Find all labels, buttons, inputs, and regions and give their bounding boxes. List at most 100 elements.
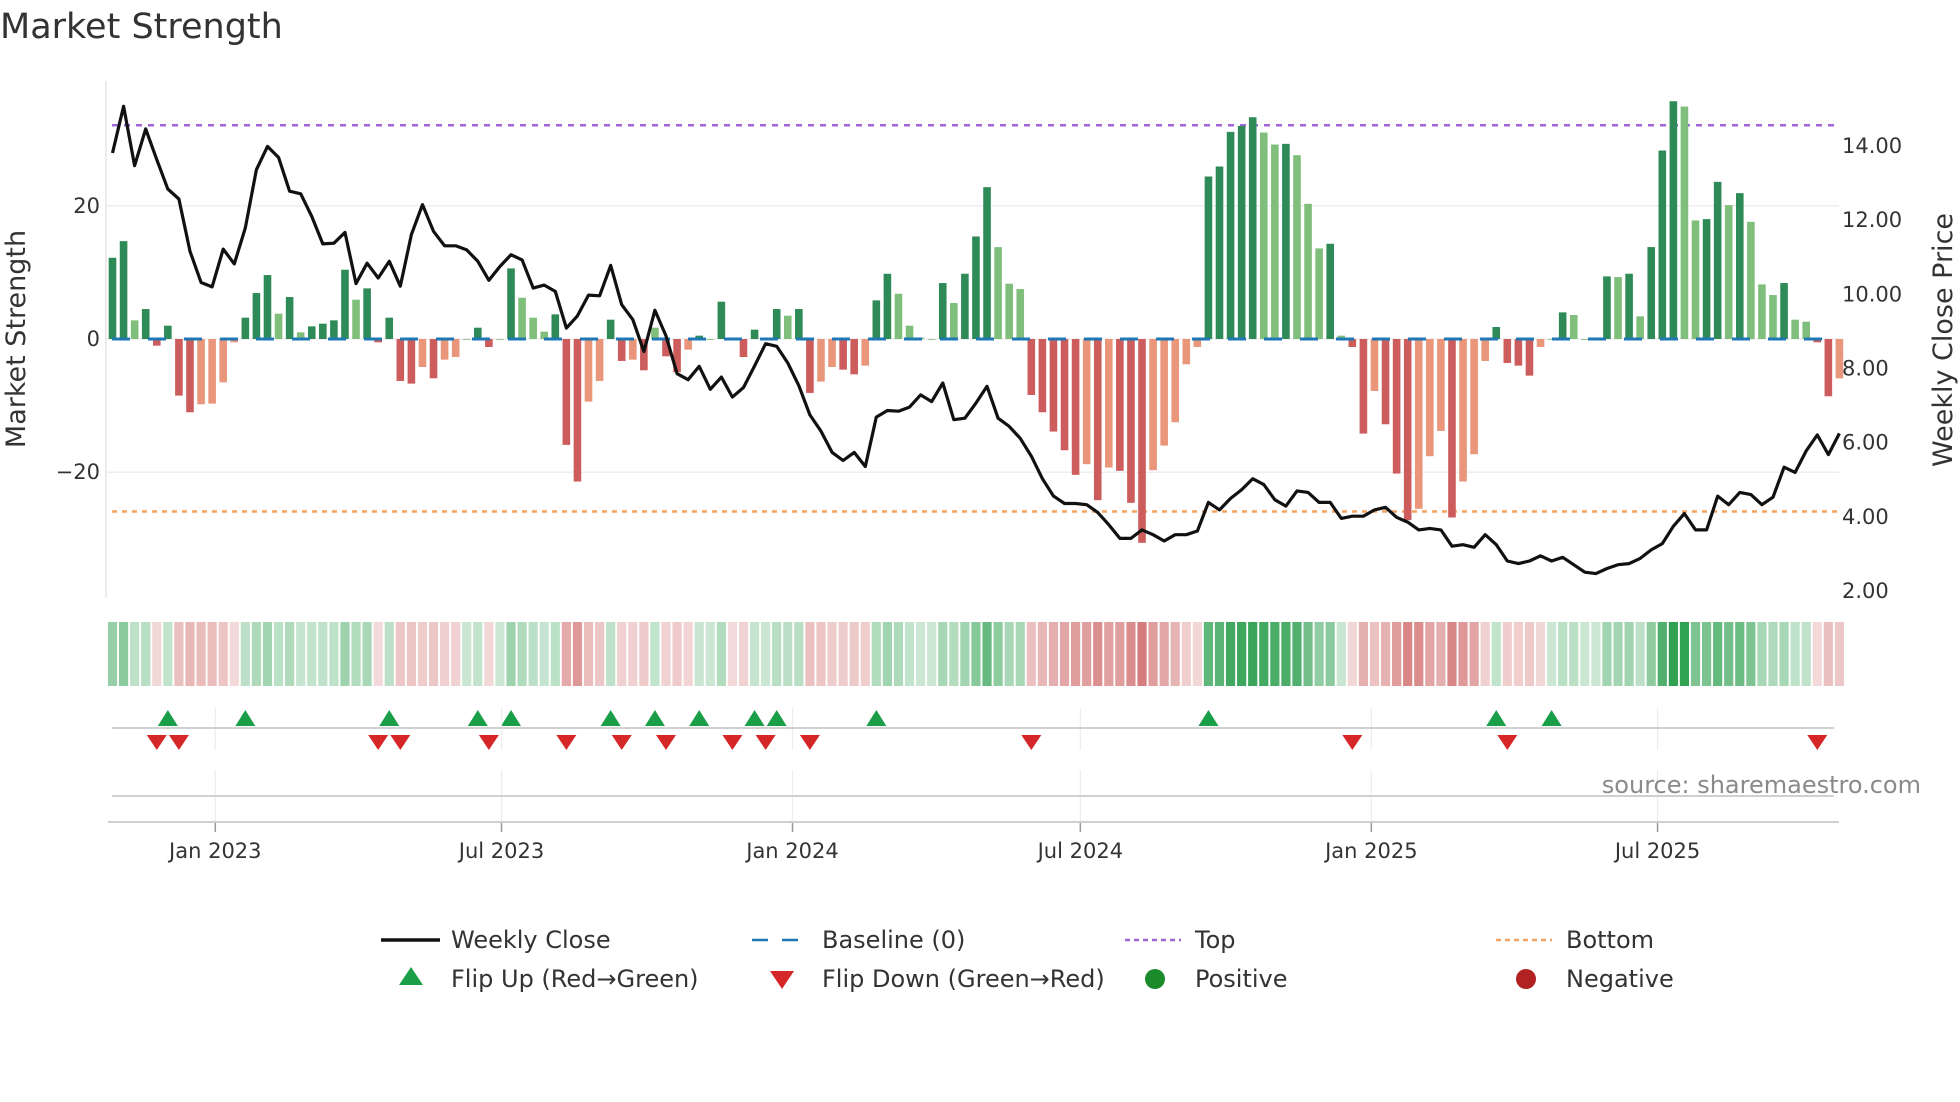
heat-cell [1192,622,1202,686]
heat-cell [1148,622,1158,686]
heat-cell [1535,622,1546,686]
heat-cell [1203,622,1214,686]
heat-cell [130,622,140,686]
flip-up-marker [644,710,665,726]
heat-cell [1303,622,1313,686]
positive-strength-bar [1614,277,1622,339]
negative-strength-bar [850,339,858,375]
heat-cell [783,622,793,686]
negative-strength-bar [839,339,847,370]
positive-strength-bar [651,327,659,339]
heat-cell [539,622,549,686]
flip-down-marker [1497,735,1518,750]
heat-cell [240,622,250,686]
positive-strength-bar [1226,131,1235,339]
heat-cell [550,622,560,686]
heat-cell [1436,622,1446,686]
heat-cell [1347,622,1357,686]
positive-strength-bar [1625,273,1633,339]
flip-up-marker [501,710,522,726]
negative-strength-bar [1824,339,1833,397]
negative-strength-bar [208,339,216,404]
flip-down-marker [755,735,776,750]
negative-strength-bar [1370,339,1379,391]
positive-strength-bar [1215,166,1224,339]
positive-strength-bar [950,303,958,339]
flip-up-marker [866,710,887,726]
legend-label-positive: Positive [1195,965,1288,993]
positive-strength-bar [872,300,881,339]
negative-strength-bar [1071,339,1080,475]
negative-strength-bar [219,339,227,383]
flip-down-marker [478,735,499,750]
positive-strength-bar [1492,327,1501,339]
heat-cell [296,622,306,686]
negative-strength-bar [584,339,593,402]
right-tick-label: 10.00 [1842,282,1902,306]
negative-strength-bar [1448,339,1456,518]
heat-cell [927,622,937,686]
heat-cell [506,622,516,686]
heat-cell [1657,622,1667,686]
heat-cell [318,622,328,686]
heat-cell [1569,622,1579,686]
negative-strength-bar [1138,339,1146,543]
heat-cell [1369,622,1380,686]
heat-cell [1469,622,1479,686]
positive-strength-bar [983,187,991,339]
positive-strength-bar [772,309,781,339]
negative-strength-bar [1160,339,1168,446]
flip-up-marker [235,710,256,726]
heat-cell [971,622,981,686]
negative-strength-bar [861,339,870,366]
legend: Weekly Close Baseline (0) Top Bottom Flip Up… [381,926,1674,993]
heat-cell [107,622,118,686]
x-tick-label: Jul 2024 [1036,839,1123,863]
heat-cell [606,622,616,686]
heat-cell [473,622,483,686]
heat-cell [428,622,439,686]
negative-strength-bar [1060,339,1069,451]
positive-strength-bar [1747,221,1755,339]
negative-strength-bar [1514,339,1523,366]
flip-up-marker [379,710,400,726]
legend-label-flip-down: Flip Down (Green→Red) [822,965,1105,993]
negative-strength-bar [1481,339,1489,361]
positive-strength-bar [1724,205,1733,339]
negative-strength-bar [617,339,626,361]
heat-cell [916,622,926,686]
negative-strength-bar [1414,339,1423,509]
positive-strength-bar [1691,220,1700,339]
heat-cell [982,622,992,686]
positive-strength-bar [606,319,615,339]
negative-strength-bar [562,339,571,445]
heat-cell [672,622,682,686]
heat-cell [1491,622,1501,686]
legend-flip-up-icon [399,967,423,985]
heat-cell [1624,622,1634,686]
heat-cell [1834,622,1845,686]
heat-cell [1414,622,1424,686]
right-tick-label: 8.00 [1842,357,1889,381]
heat-cell [838,622,848,686]
negative-strength-bar [1182,339,1191,365]
negative-strength-bar [1116,339,1124,471]
positive-strength-bar [1702,219,1711,339]
heat-cell [351,622,361,686]
heat-cell [827,622,837,686]
negative-strength-bar [739,339,748,357]
heat-cell [1635,622,1645,686]
heat-cell [451,622,461,686]
negative-strength-bar [175,339,183,396]
positive-strength-bar [1237,125,1246,339]
heat-cell [849,622,859,686]
legend-label-weekly-close: Weekly Close [451,926,611,954]
left-axis-label: Market Strength [1,230,32,448]
flip-down-marker [1342,735,1363,750]
negative-strength-bar [628,339,637,360]
heat-cell [1270,622,1280,686]
heat-cell [1181,622,1191,686]
x-tick-label: Jan 2025 [1323,839,1418,863]
legend-label-baseline: Baseline (0) [822,926,965,954]
positive-strength-bar [938,283,947,339]
